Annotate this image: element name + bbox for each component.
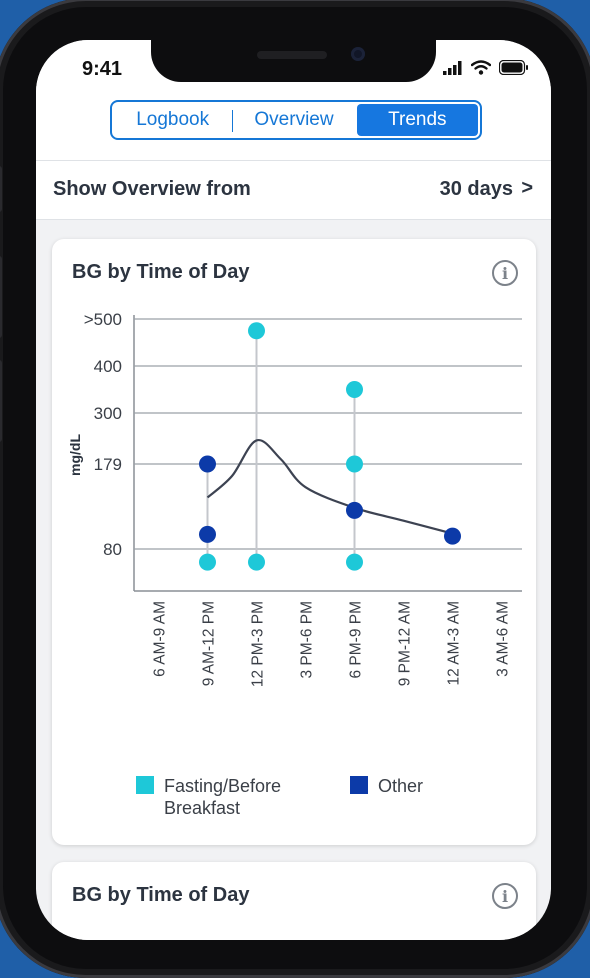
legend-item-fasting: Fasting/Before Breakfast bbox=[136, 775, 314, 819]
clock: 9:41 bbox=[82, 58, 123, 80]
tab-logbook[interactable]: Logbook bbox=[112, 102, 234, 138]
notch bbox=[151, 40, 436, 82]
screen: 9:41 Logbook Overview Trends Show Overvi… bbox=[36, 40, 551, 940]
bg-by-time-card: BG by Time of Day i >500 400 300 179 80 mg/dL… bbox=[52, 239, 536, 845]
tab-trends[interactable]: Trends bbox=[356, 104, 478, 136]
y-tick-label: >500 bbox=[84, 310, 122, 329]
legend-label-other: Other bbox=[378, 776, 424, 796]
data-point-fasting bbox=[346, 553, 363, 571]
x-tick-label: 3 PM-6 PM bbox=[299, 601, 316, 679]
x-tick-label: 6 PM-9 PM bbox=[348, 601, 365, 679]
x-tick-label: 12 AM-3 AM bbox=[446, 601, 463, 685]
speaker bbox=[257, 51, 327, 59]
wifi-icon bbox=[471, 60, 491, 75]
phone-frame: 9:41 Logbook Overview Trends Show Overvi… bbox=[0, 0, 590, 978]
volume-up-button bbox=[0, 256, 2, 338]
data-point-other bbox=[199, 455, 216, 473]
chevron-right-icon: > bbox=[521, 177, 533, 199]
overview-range-row[interactable]: Show Overview from 30 days > bbox=[36, 161, 551, 220]
y-tick-label: 179 bbox=[94, 455, 122, 474]
data-point-other bbox=[199, 525, 216, 543]
x-tick-label: 6 AM-9 AM bbox=[152, 601, 169, 677]
card-title: BG by Time of Day bbox=[72, 261, 250, 283]
bg-time-chart: >500 400 300 179 80 mg/dL 6 AM-9 AM 9 AM-12 PM 1… bbox=[67, 310, 522, 687]
data-point-fasting bbox=[346, 455, 363, 473]
overview-range-label: Show Overview from bbox=[53, 178, 251, 200]
chart-legend: Fasting/Before Breakfast Other bbox=[136, 775, 423, 819]
legend-label-fasting: Fasting/Before Breakfast bbox=[164, 776, 282, 818]
camera bbox=[351, 47, 365, 61]
status-icons bbox=[443, 60, 529, 75]
signal-icon bbox=[443, 60, 462, 75]
overview-range-value: 30 days bbox=[439, 178, 513, 200]
x-tick-label: 9 PM-12 AM bbox=[397, 601, 414, 686]
info-icon-2[interactable]: i bbox=[492, 883, 518, 909]
tab-overview[interactable]: Overview bbox=[233, 102, 354, 138]
data-point-fasting bbox=[248, 553, 265, 571]
y-tick-label: 400 bbox=[94, 357, 122, 376]
trend-line bbox=[206, 439, 453, 535]
tab-bar: Logbook Overview Trends bbox=[36, 98, 551, 161]
x-tick-label: 3 AM-6 AM bbox=[495, 601, 512, 677]
data-point-fasting bbox=[248, 322, 265, 340]
view-segmented-control: Logbook Overview Trends bbox=[110, 100, 482, 140]
data-point-fasting bbox=[346, 381, 363, 398]
y-tick-label: 300 bbox=[94, 404, 122, 423]
data-point-other bbox=[346, 501, 363, 519]
x-tick-label: 12 PM-3 PM bbox=[250, 601, 267, 687]
legend-swatch-other bbox=[350, 776, 368, 794]
x-tick-label: 9 AM-12 PM bbox=[201, 601, 218, 686]
volume-down-button bbox=[0, 360, 2, 442]
legend-swatch-fasting bbox=[136, 776, 154, 794]
legend-item-other: Other bbox=[350, 775, 423, 819]
data-point-other bbox=[444, 527, 461, 545]
info-icon[interactable]: i bbox=[492, 260, 518, 286]
y-tick-label: 80 bbox=[103, 540, 122, 559]
data-point-fasting bbox=[199, 553, 216, 571]
battery-icon bbox=[499, 60, 528, 75]
card-title-2: BG by Time of Day bbox=[72, 884, 250, 906]
y-axis-title: mg/dL bbox=[67, 434, 83, 476]
mute-switch bbox=[0, 166, 2, 212]
bg-by-time-card-2: BG by Time of Day i bbox=[52, 862, 536, 940]
